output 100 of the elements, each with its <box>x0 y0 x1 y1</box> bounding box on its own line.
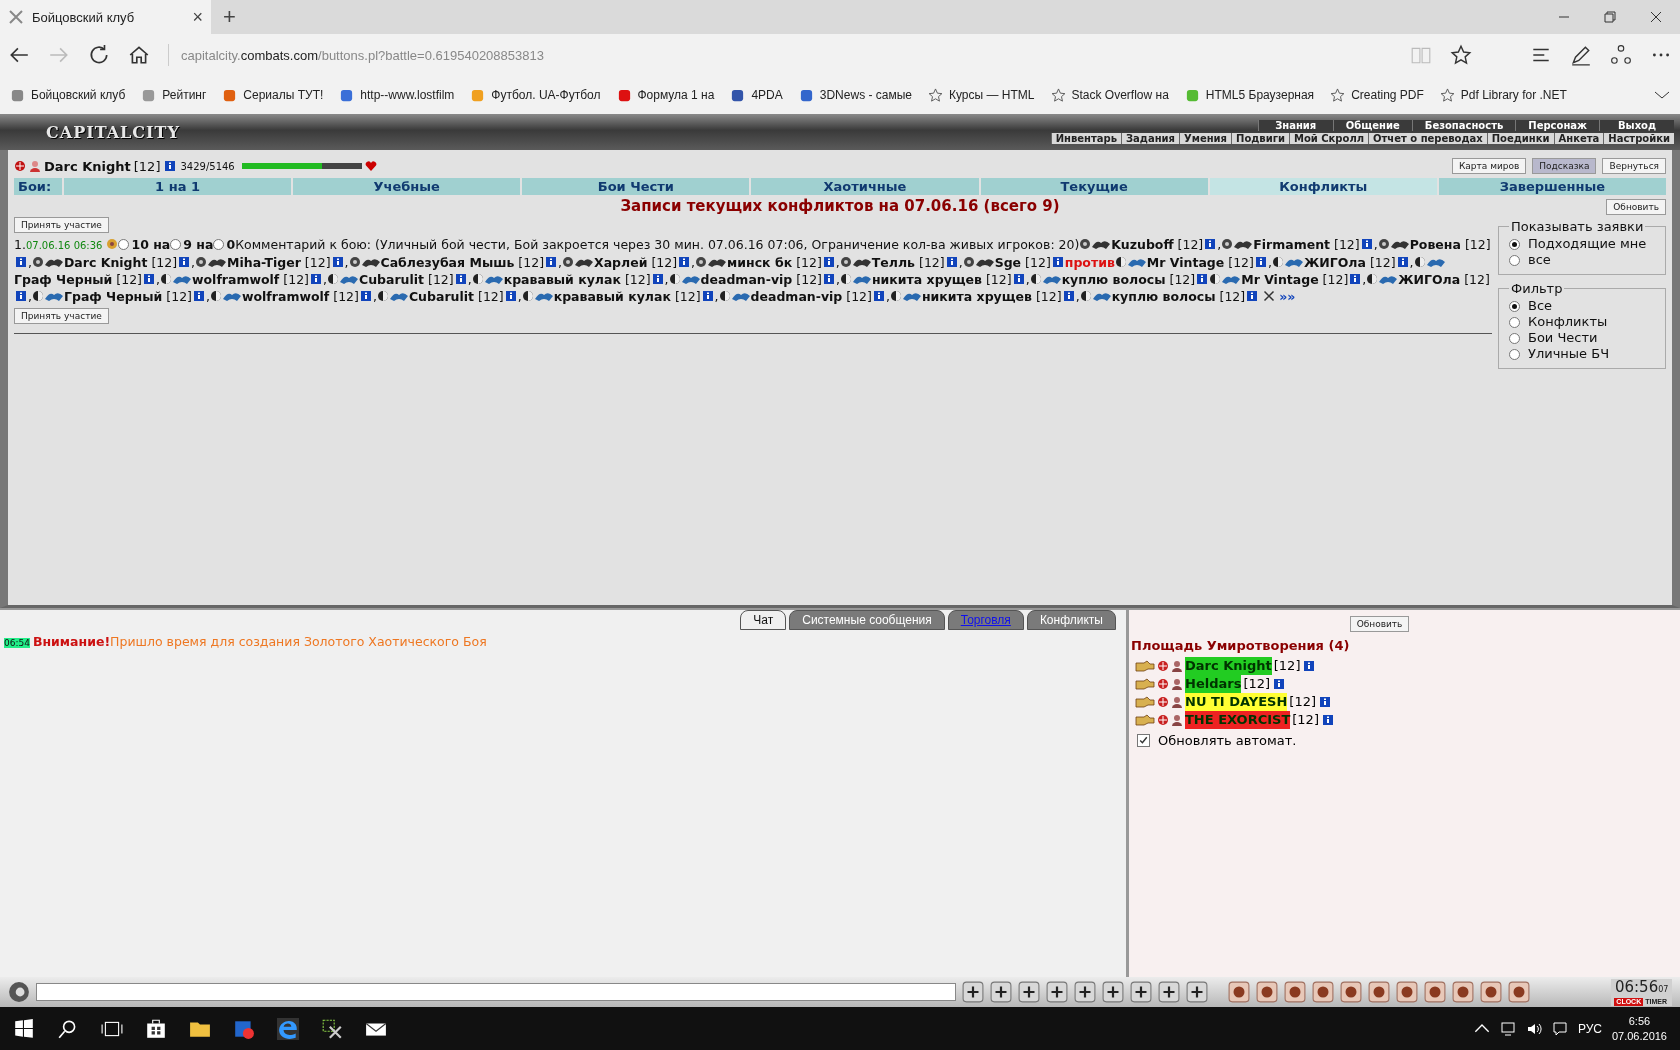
battle-tab[interactable]: Бои Чести <box>520 178 750 195</box>
radio-button[interactable] <box>1509 254 1520 266</box>
info-icon[interactable] <box>193 291 204 301</box>
player-name[interactable]: Ровена <box>1409 237 1461 252</box>
menu-item[interactable]: Анкета <box>1553 133 1604 144</box>
player-name[interactable]: Телль <box>871 255 916 270</box>
menu-item[interactable]: Умения <box>1179 133 1232 144</box>
taskbar-date[interactable]: 07.06.2016 <box>1611 1028 1667 1044</box>
info-icon[interactable] <box>310 274 321 284</box>
notification-icon[interactable] <box>1551 1020 1568 1037</box>
player-name[interactable]: wolframwolf <box>241 289 330 304</box>
info-icon[interactable] <box>16 257 26 267</box>
info-icon[interactable] <box>455 274 466 284</box>
new-tab-button[interactable]: + <box>211 4 248 30</box>
player-name[interactable]: Харлей <box>594 255 648 270</box>
battle-tab[interactable]: Завершенные <box>1436 178 1666 195</box>
menu-item[interactable]: Настройки <box>1603 133 1674 144</box>
info-icon[interactable] <box>823 257 834 267</box>
bookmark[interactable]: Creating PDF <box>1330 87 1424 103</box>
info-icon[interactable] <box>1397 257 1408 267</box>
menu-item[interactable]: Поединки <box>1486 133 1554 144</box>
bookmark[interactable]: Курсы — HTML <box>928 87 1035 103</box>
close-tab-button[interactable]: × <box>192 6 203 28</box>
player-name[interactable]: минск бк <box>727 255 793 270</box>
player-name[interactable]: Heldars <box>1185 675 1242 693</box>
share-icon[interactable] <box>1610 44 1632 66</box>
info-icon[interactable] <box>360 291 371 301</box>
player-name[interactable]: Mr Vintage <box>1146 255 1225 270</box>
nav-button[interactable]: Вернуться <box>1602 158 1666 174</box>
join-button[interactable]: Принять участие <box>14 217 109 233</box>
bookmark[interactable]: Сериалы ТУТ! <box>222 87 324 103</box>
edge-icon[interactable] <box>277 1017 299 1040</box>
info-icon[interactable] <box>1255 257 1266 267</box>
bookmark[interactable]: Бойцовский клуб <box>10 87 126 103</box>
refresh-button[interactable]: Обновить <box>1349 616 1410 632</box>
info-icon[interactable] <box>505 291 516 301</box>
menu-item[interactable]: Задания <box>1121 133 1180 144</box>
hand-icon[interactable] <box>1135 660 1155 672</box>
hand-icon[interactable] <box>1135 678 1155 690</box>
player-name[interactable]: deadman-vip <box>750 289 843 304</box>
refresh-icon[interactable] <box>88 44 110 66</box>
info-icon[interactable] <box>652 274 663 284</box>
info-icon[interactable] <box>873 291 884 301</box>
info-icon[interactable] <box>1274 679 1285 689</box>
bookmark[interactable]: Футбол. UA-Футбол <box>470 87 601 103</box>
player-name[interactable]: никита хрущев <box>921 289 1032 304</box>
star-icon[interactable] <box>1450 44 1472 66</box>
info-icon[interactable] <box>1247 291 1258 301</box>
bookmark[interactable]: Pdf Library for .NET <box>1439 87 1567 103</box>
info-icon[interactable] <box>702 291 713 301</box>
menu-item[interactable]: Отчет о переводах <box>1368 133 1487 144</box>
team-radio[interactable] <box>213 239 225 250</box>
player-name[interactable]: Darc Knight <box>1185 657 1272 675</box>
player-name[interactable]: крававый кулак <box>503 272 621 287</box>
chat-tab[interactable]: Системные сообщения <box>789 610 945 630</box>
checkbox[interactable] <box>1137 734 1150 747</box>
radio-button[interactable] <box>1509 332 1520 344</box>
taskbar-time[interactable]: 6:56 <box>1628 1013 1651 1029</box>
restore-icon[interactable] <box>1604 11 1616 23</box>
player-name[interactable]: Граф Черный <box>64 289 163 304</box>
menu-item[interactable]: Безопасность <box>1411 120 1516 131</box>
player-name[interactable]: Miha-Tiger <box>227 255 301 270</box>
radio-button[interactable] <box>1509 316 1520 328</box>
info-icon[interactable] <box>16 291 26 301</box>
info-icon[interactable] <box>1320 697 1331 707</box>
bookmark[interactable]: Stack Overflow на <box>1050 87 1169 103</box>
home-icon[interactable] <box>128 44 150 66</box>
player-name[interactable]: wolframwolf <box>191 272 280 287</box>
radio-button[interactable] <box>1509 300 1520 312</box>
info-icon[interactable] <box>144 274 154 284</box>
info-icon[interactable] <box>946 257 957 267</box>
player-name[interactable]: Cubarulit <box>408 289 474 304</box>
player-name[interactable]: куплю волосы <box>1061 272 1166 287</box>
close-icon[interactable] <box>1650 11 1662 23</box>
refresh-button[interactable]: Обновить <box>1606 199 1666 215</box>
browser-tab[interactable]: Бойцовский клуб × <box>0 0 211 34</box>
player-name[interactable]: Mr Vintage <box>1241 272 1319 287</box>
battle-tab[interactable]: Конфликты <box>1207 178 1437 195</box>
info-icon[interactable] <box>1063 291 1074 301</box>
radio-button[interactable] <box>1509 348 1520 360</box>
info-icon[interactable] <box>546 257 557 267</box>
network-icon[interactable] <box>1499 1020 1516 1037</box>
player-name[interactable]: ЖИГОла <box>1303 255 1366 270</box>
info-icon[interactable] <box>1361 239 1372 249</box>
battle-tab[interactable]: 1 на 1 <box>62 178 292 195</box>
menu-item[interactable]: Инвентарь <box>1050 133 1121 144</box>
player-name[interactable]: никита хрущев <box>871 272 982 287</box>
player-name[interactable]: NU TI DAYESH <box>1185 693 1288 711</box>
menu-item[interactable]: Персонаж <box>1515 120 1599 131</box>
nav-button[interactable]: Карта миров <box>1451 158 1527 174</box>
info-icon[interactable] <box>1304 661 1315 671</box>
info-icon[interactable] <box>332 257 343 267</box>
info-icon[interactable] <box>179 257 190 267</box>
bookmark[interactable]: 3DNews - самые <box>798 87 912 103</box>
join-button[interactable]: Принять участие <box>14 308 109 324</box>
radio-button[interactable] <box>1509 238 1520 250</box>
player-name[interactable]: Darc Knight <box>44 158 131 174</box>
bookmark[interactable]: 4PDA <box>730 87 783 103</box>
team-radio[interactable] <box>170 239 182 250</box>
info-icon[interactable] <box>1052 257 1063 267</box>
